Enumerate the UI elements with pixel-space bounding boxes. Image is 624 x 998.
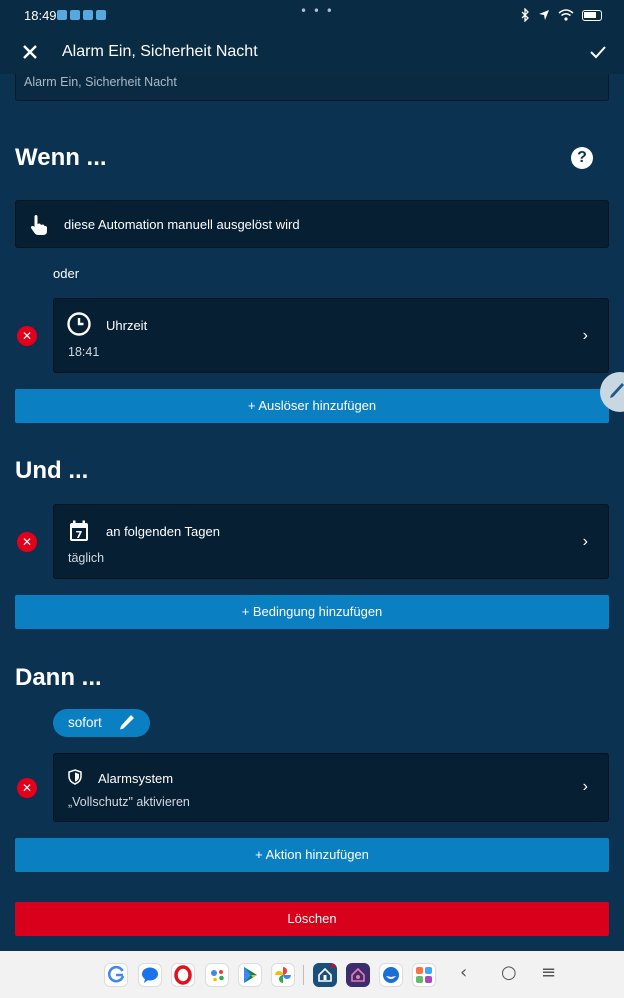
timing-pill[interactable]: sofort	[53, 709, 150, 737]
opera-icon[interactable]	[171, 963, 195, 987]
back-nav-button[interactable]: ‹	[460, 962, 467, 983]
battery-icon	[582, 9, 602, 21]
close-button[interactable]	[18, 40, 42, 64]
condition-subtitle: täglich	[68, 551, 105, 565]
shield-icon	[68, 769, 82, 785]
help-icon[interactable]: ?	[571, 147, 593, 169]
trigger-subtitle: 18:41	[68, 345, 100, 359]
remove-action-icon[interactable]: ✕	[17, 778, 37, 798]
calendar-icon: 7	[70, 520, 88, 541]
app-bar: Alarm Ein, Sicherheit Nacht	[0, 32, 624, 74]
close-icon	[23, 45, 37, 59]
action-title: Alarmsystem	[98, 771, 174, 786]
manual-trigger-card[interactable]: diese Automation manuell ausgelöst wird	[15, 200, 609, 248]
more-dots-icon: • • •	[300, 4, 334, 18]
messages-icon[interactable]	[138, 963, 162, 987]
apps-drawer-icon[interactable]	[412, 963, 436, 987]
section-title-und: Und ...	[15, 457, 89, 484]
condition-title: an folgenden Tagen	[106, 524, 220, 539]
remove-condition-icon[interactable]: ✕	[17, 532, 37, 552]
calendar-day: 7	[76, 530, 83, 541]
automation-name-field[interactable]: Alarm Ein, Sicherheit Nacht	[15, 74, 609, 101]
chevron-right-icon: ›	[582, 778, 588, 795]
hand-pointer-icon	[30, 215, 47, 235]
notification-icon	[83, 10, 93, 20]
chevron-right-icon: ›	[582, 327, 588, 344]
condition-card-days[interactable]: 7 an folgenden Tagen täglich ›	[53, 504, 609, 579]
notification-icon	[57, 10, 67, 20]
google-icon[interactable]	[104, 963, 128, 987]
system-nav-bar: ‹ ○ ≡	[0, 951, 624, 998]
delete-button[interactable]: Löschen	[15, 902, 609, 936]
notification-icon	[70, 10, 80, 20]
bosch-alarm-icon[interactable]	[346, 963, 370, 987]
trigger-title: Uhrzeit	[106, 318, 148, 333]
page-title: Alarm Ein, Sicherheit Nacht	[62, 43, 258, 60]
section-title-wenn: Wenn ...	[15, 144, 107, 171]
status-bar: 18:49 • • •	[0, 0, 624, 32]
dock-divider	[303, 965, 304, 985]
home-nav-button[interactable]: ○	[501, 962, 517, 983]
action-card-alarm[interactable]: Alarmsystem „Vollschutz" aktivieren ›	[53, 753, 609, 822]
play-store-icon[interactable]	[238, 963, 262, 987]
notification-icon	[96, 10, 106, 20]
thunderbird-icon[interactable]	[379, 963, 403, 987]
chevron-right-icon: ›	[582, 533, 588, 550]
action-subtitle: „Vollschutz" aktivieren	[68, 795, 190, 809]
automation-name-value: Alarm Ein, Sicherheit Nacht	[24, 75, 177, 89]
photos-icon[interactable]	[271, 963, 295, 987]
status-time: 18:49	[24, 8, 57, 23]
or-label: oder	[53, 266, 80, 281]
section-title-dann: Dann ...	[15, 664, 102, 691]
clock-icon	[67, 312, 91, 336]
wifi-icon	[558, 9, 574, 21]
add-action-button[interactable]: + Aktion hinzufügen	[15, 838, 609, 872]
add-trigger-button[interactable]: + Auslöser hinzufügen	[15, 389, 609, 423]
remove-trigger-icon[interactable]: ✕	[17, 326, 37, 346]
add-condition-button[interactable]: + Bedingung hinzufügen	[15, 595, 609, 629]
save-button[interactable]	[586, 40, 610, 64]
notification-icons	[57, 10, 106, 20]
bosch-smart-home-icon[interactable]	[313, 963, 337, 987]
bluetooth-icon	[521, 8, 529, 22]
assistant-icon[interactable]	[205, 963, 229, 987]
recents-nav-button[interactable]: ≡	[541, 962, 556, 983]
check-icon	[590, 46, 606, 59]
pencil-icon	[120, 715, 134, 730]
trigger-card-time[interactable]: Uhrzeit 18:41 ›	[53, 298, 609, 373]
pencil-icon	[610, 383, 624, 398]
manual-trigger-label: diese Automation manuell ausgelöst wird	[64, 217, 300, 232]
location-icon	[539, 10, 549, 20]
timing-label: sofort	[68, 715, 102, 730]
